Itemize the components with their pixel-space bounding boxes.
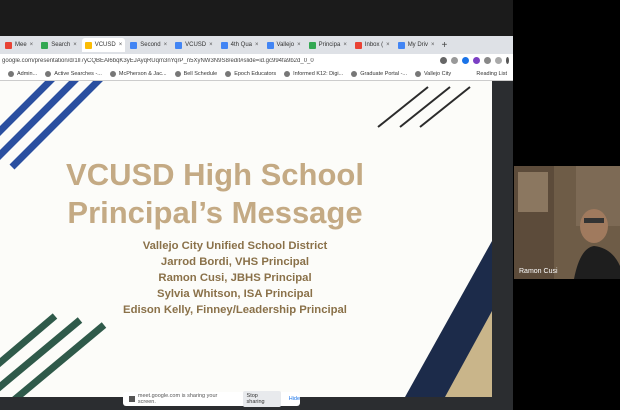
tab-favicon-icon <box>308 41 316 49</box>
slide-subtitle-line: Edison Kelly, Finney/Leadership Principa… <box>123 304 347 316</box>
menu-dots-icon[interactable] <box>506 57 509 64</box>
tab-favicon-icon <box>175 41 183 49</box>
stop-sharing-button[interactable]: Stop sharing <box>242 391 281 407</box>
browser-tab-bar: Mee × Search × VCUSD × Second × VCUSD × 4th Q… <box>0 36 513 54</box>
bookmark-item[interactable]: Admin... <box>8 70 37 77</box>
browser-tab-active[interactable]: VCUSD × <box>81 38 126 52</box>
close-icon[interactable]: × <box>343 42 347 48</box>
browser-tab[interactable]: 4th Qua × <box>218 38 262 52</box>
slide-subtitle-line: Sylvia Whitson, ISA Principal <box>157 288 313 300</box>
close-icon[interactable]: × <box>209 42 213 48</box>
tab-favicon-icon <box>220 41 228 49</box>
close-icon[interactable]: × <box>30 42 34 48</box>
bookmark-item[interactable]: McPherson & Jac... <box>109 70 167 77</box>
extension-icon[interactable] <box>473 57 480 64</box>
tab-favicon-icon <box>41 41 49 49</box>
bookmark-icon <box>415 70 422 77</box>
shared-screen: Mee × Search × VCUSD × Second × VCUSD × 4th Q… <box>0 0 513 410</box>
close-icon[interactable]: × <box>164 42 168 48</box>
bookmark-item[interactable]: Epoch Educators <box>225 70 276 77</box>
reading-list-button[interactable]: Reading List <box>476 71 507 77</box>
browser-tab[interactable]: VCUSD × <box>172 38 216 52</box>
bookmark-item[interactable]: Active Searches -... <box>45 70 102 77</box>
green-stripes <box>0 313 107 397</box>
screen-share-icon <box>129 396 135 402</box>
bookmark-icon <box>174 70 181 77</box>
bookmark-item[interactable]: Bell Schedule <box>174 70 217 77</box>
extension-icon[interactable] <box>484 57 491 64</box>
participant-video-tile[interactable]: Ramon Cusi <box>514 166 620 279</box>
new-tab-icon[interactable]: + <box>442 40 448 51</box>
slide-title-line-2: Principal’s Message <box>67 195 363 230</box>
profile-avatar-icon[interactable] <box>495 57 502 64</box>
bookmark-icon <box>8 70 14 77</box>
slide-subtitle-line: Vallejo City Unified School District <box>142 240 328 252</box>
share-message: meet.google.com is sharing your screen. <box>137 393 218 405</box>
bookmark-icon <box>351 70 358 77</box>
close-icon[interactable]: × <box>297 42 301 48</box>
browser-tab[interactable]: Mee × <box>2 38 36 52</box>
close-icon[interactable]: × <box>255 42 259 48</box>
bookmark-item[interactable]: Vallejo City <box>415 70 451 77</box>
slide-title-line-1: VCUSD High School <box>66 157 364 192</box>
slide: VCUSD High School Principal’s Message Va… <box>0 81 492 397</box>
dark-thin-stripes <box>377 86 471 128</box>
participant-video <box>514 166 620 279</box>
tab-favicon-icon <box>354 41 362 49</box>
tab-favicon-icon <box>266 41 274 49</box>
bookmarks-bar: Admin... Active Searches -... McPherson … <box>0 67 513 81</box>
blue-stripes <box>0 81 103 170</box>
bookmark-item[interactable]: Informed K12: Digi... <box>284 70 343 77</box>
url-text[interactable]: google.com/presentation/d/1lI7yCQBEAl6bq… <box>2 58 436 64</box>
tab-favicon-icon <box>5 41 12 49</box>
star-icon[interactable] <box>451 57 458 64</box>
browser-tab[interactable]: Vallejo × <box>264 38 304 52</box>
browser-tab[interactable]: Principa × <box>306 38 350 52</box>
close-icon[interactable]: × <box>386 42 390 48</box>
bookmark-item[interactable]: Graduate Portal -... <box>351 70 407 77</box>
eye-icon[interactable] <box>440 57 447 64</box>
close-icon[interactable]: × <box>119 42 123 48</box>
address-bar[interactable]: google.com/presentation/d/1lI7yCQBEAl6bq… <box>0 54 513 68</box>
screen-share-notice: meet.google.com is sharing your screen. … <box>123 391 300 407</box>
presentation-area: VCUSD High School Principal’s Message Va… <box>0 81 513 410</box>
bookmark-icon <box>45 70 52 77</box>
close-icon[interactable]: × <box>73 42 77 48</box>
participant-name: Ramon Cusi <box>519 268 558 275</box>
browser-tab[interactable]: Second × <box>127 38 170 52</box>
close-icon[interactable]: × <box>431 42 435 48</box>
tab-favicon-icon <box>84 41 92 49</box>
tab-favicon-icon <box>397 41 405 49</box>
bookmark-icon <box>109 70 116 77</box>
extension-icon[interactable] <box>462 57 469 64</box>
bookmark-icon <box>284 70 291 77</box>
slide-subtitle-line: Ramon Cusi, JBHS Principal <box>158 272 312 284</box>
hide-button[interactable]: Hide <box>289 396 300 402</box>
browser-tab[interactable]: Search × <box>38 38 80 52</box>
slide-subtitle-line: Jarrod Bordi, VHS Principal <box>160 256 310 268</box>
browser-tab[interactable]: My Driv × <box>395 38 438 52</box>
bookmark-icon <box>225 70 232 77</box>
tab-favicon-icon <box>130 41 138 49</box>
browser-tab[interactable]: Inbox (× <box>352 38 393 52</box>
